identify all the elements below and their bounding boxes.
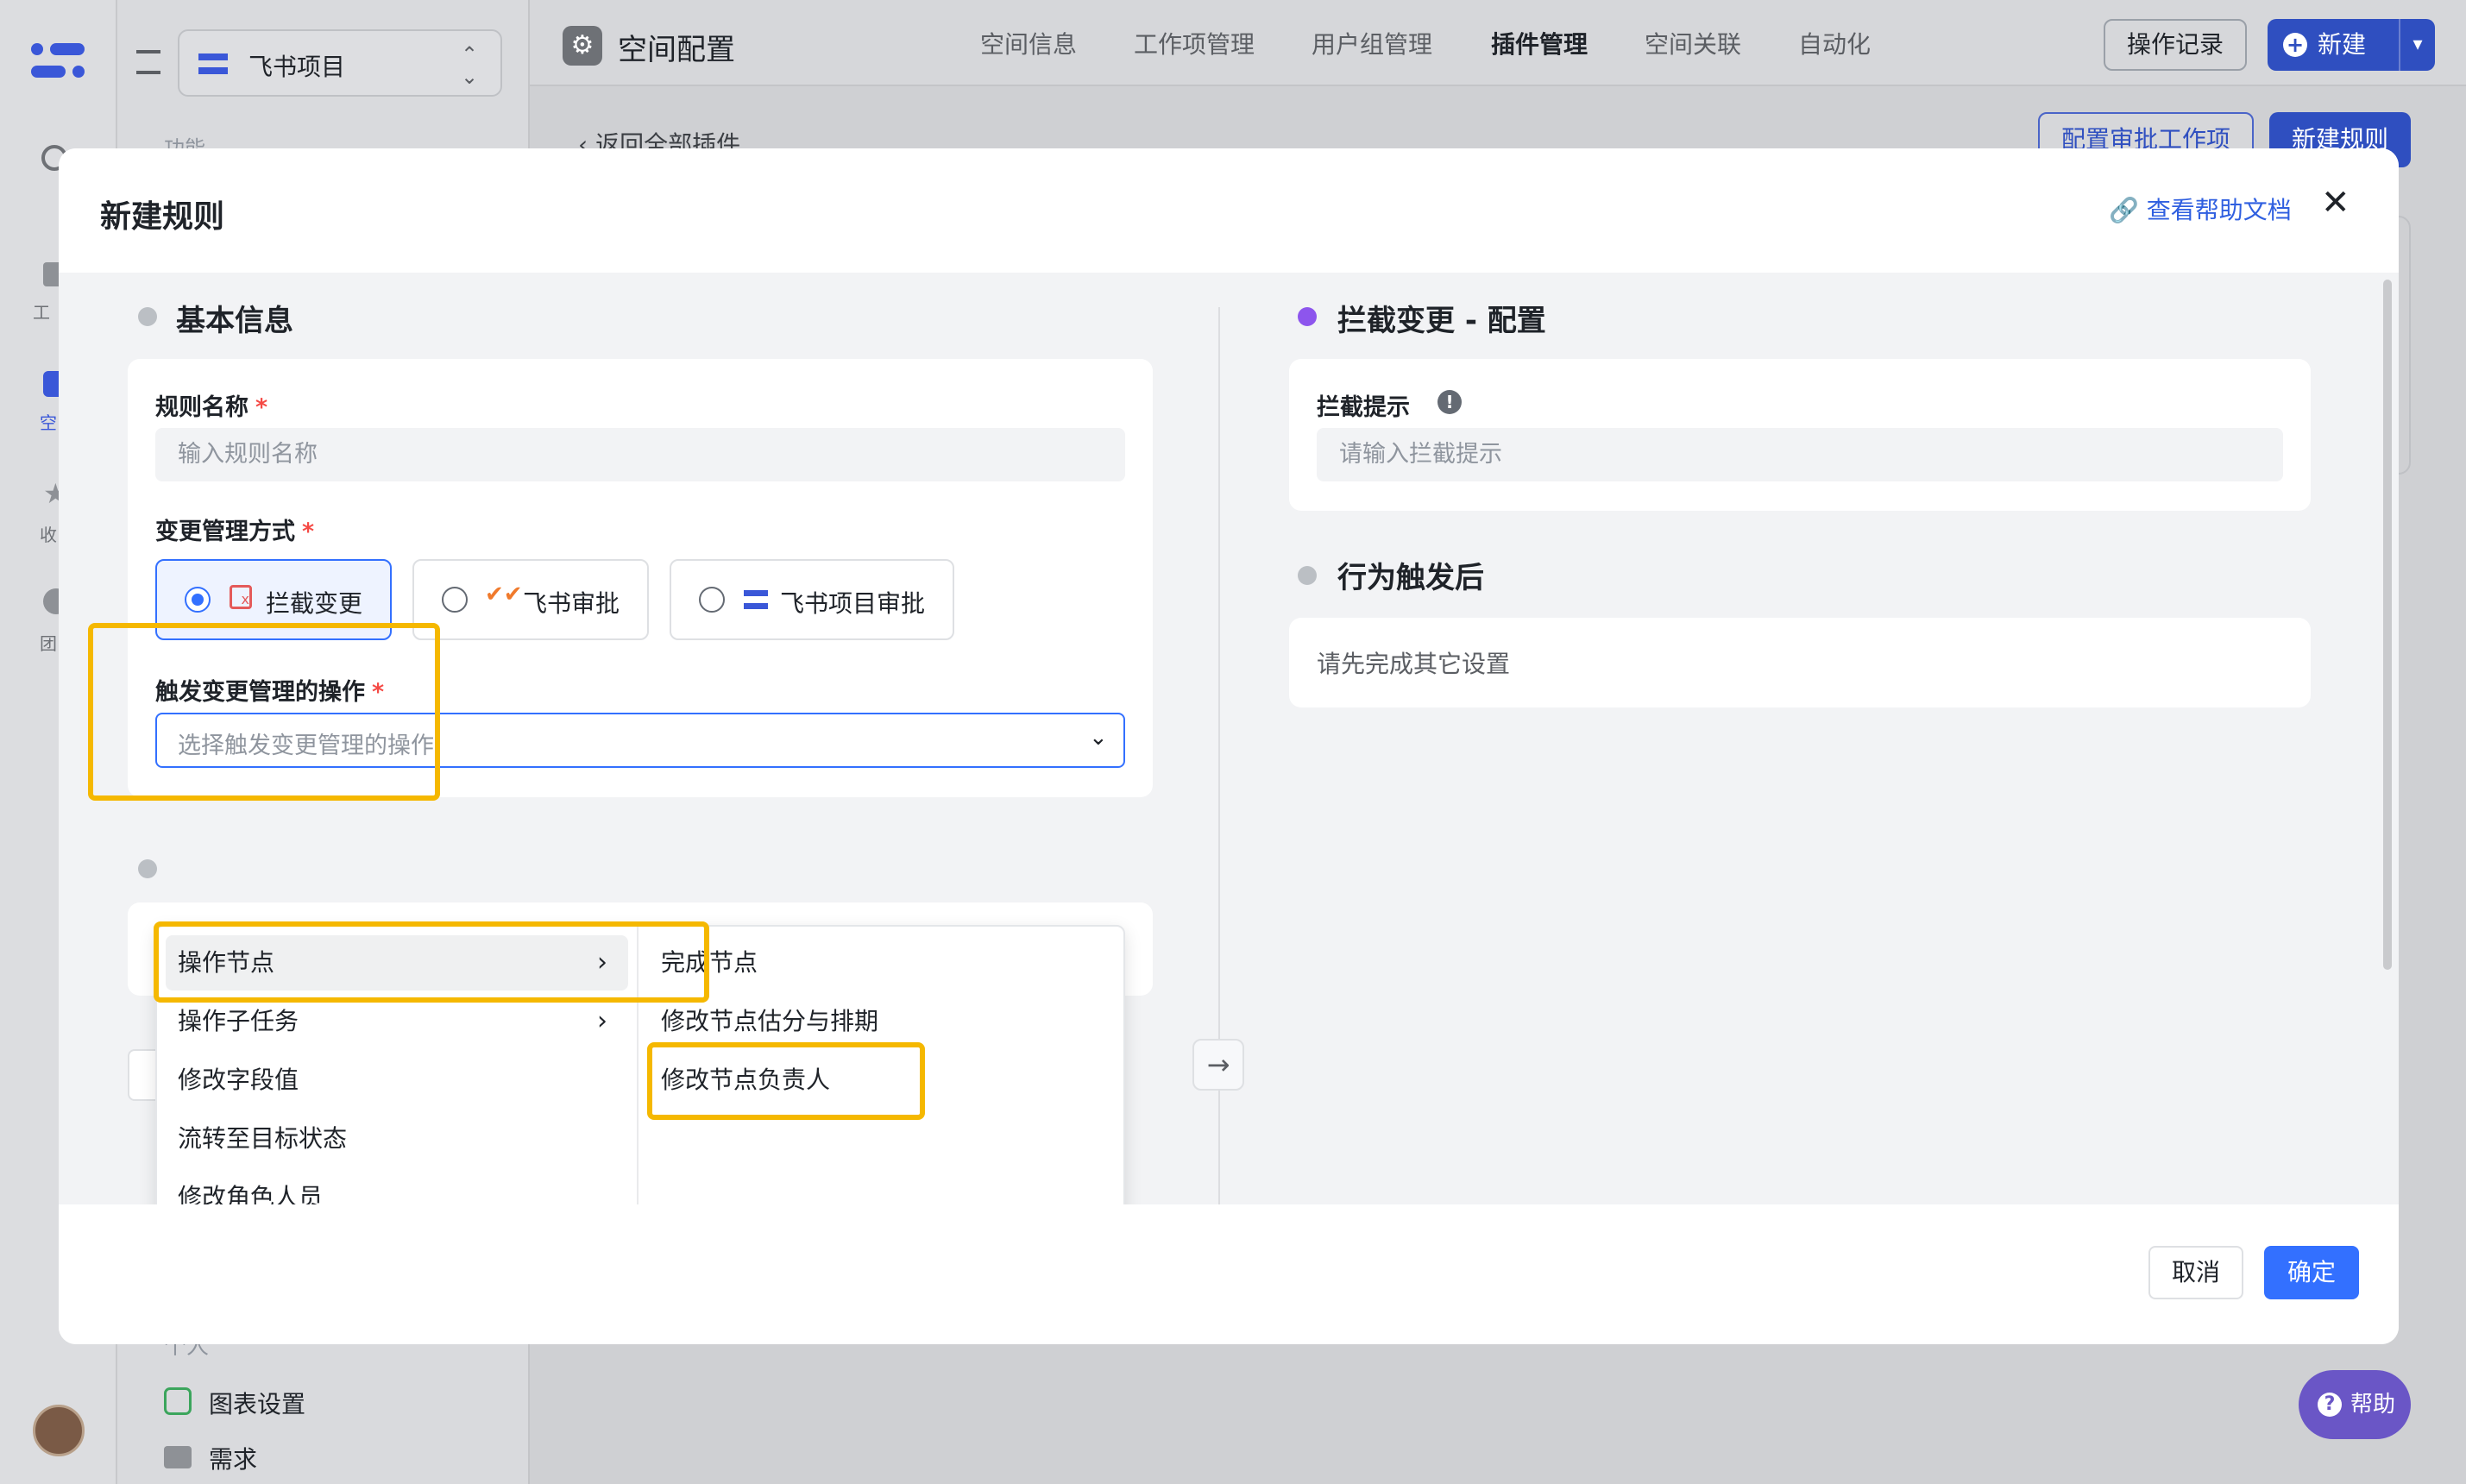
project-switcher[interactable]: 飞书项目 ⌃ ⌄ [178, 29, 502, 97]
rail-label-work: 工 [33, 302, 50, 323]
tab-space-link[interactable]: 空间关联 [1645, 26, 1741, 60]
basic-info-title: 基本信息 [176, 304, 293, 338]
menu-item-transition-state[interactable]: 流转至目标状态 [166, 1111, 628, 1166]
collapse-sidebar-icon[interactable] [136, 50, 160, 74]
tab-automation[interactable]: 自动化 [1798, 26, 1871, 60]
help-question-icon: ? [2318, 1393, 2342, 1417]
intercept-config-card: 拦截提示 ! 请输入拦截提示 [1289, 359, 2311, 511]
link-icon: 🔗 [2109, 196, 2139, 224]
rule-name-label: 规则名称 * [155, 394, 268, 421]
after-trigger-title: 行为触发后 [1337, 561, 1484, 595]
help-doc-label: 查看帮助文档 [2146, 196, 2292, 224]
menu-item-label: 修改字段值 [178, 1066, 299, 1094]
section-dot [138, 859, 157, 878]
intercept-label: 拦截变更 [266, 589, 363, 618]
modal-footer: 取消 确定 [59, 1204, 2399, 1344]
modal-header: 新建规则 🔗 查看帮助文档 ✕ [59, 148, 2399, 273]
sidebar-item-chart-settings[interactable]: 图表设置 [164, 1384, 475, 1418]
page-title: 空间配置 [618, 33, 735, 67]
option-feishu-project-approval[interactable]: 飞书项目审批 [670, 559, 954, 640]
intercept-radio[interactable] [185, 587, 211, 613]
highlight-change-mode [88, 623, 440, 801]
arrow-right-icon: → [1192, 1039, 1244, 1091]
tab-user-group[interactable]: 用户组管理 [1312, 26, 1432, 60]
after-trigger-card: 请先完成其它设置 [1289, 618, 2311, 707]
menu-item-modify-field[interactable]: 修改字段值 [166, 1053, 628, 1108]
info-icon[interactable]: ! [1437, 390, 1462, 414]
sidebar-item-requirement[interactable]: 需求 [164, 1439, 475, 1474]
plus-icon: + [2283, 33, 2307, 57]
after-trigger-placeholder: 请先完成其它设置 [1317, 650, 1511, 678]
help-label: 帮助 [2350, 1392, 2396, 1418]
cancel-button[interactable]: 取消 [2148, 1246, 2243, 1299]
tab-space-info[interactable]: 空间信息 [980, 26, 1077, 60]
user-avatar[interactable] [33, 1405, 85, 1456]
modal-title: 新建规则 [100, 199, 225, 235]
history-button[interactable]: 操作记录 [2104, 19, 2247, 71]
submenu-item-complete-node[interactable]: 完成节点 [649, 935, 1115, 990]
folder-icon [164, 1446, 192, 1468]
help-button[interactable]: ? 帮助 [2299, 1370, 2411, 1439]
feishu-project-label: 飞书项目审批 [780, 589, 926, 618]
sidebar-item-label: 需求 [209, 1445, 258, 1474]
submenu-item-modify-estimate[interactable]: 修改节点估分与排期 [649, 994, 1115, 1049]
settings-gear-icon: ⚙ [563, 26, 602, 66]
chevron-down-icon: ⌄ [1089, 725, 1108, 751]
intercept-prompt-input[interactable]: 请输入拦截提示 [1317, 428, 2283, 481]
option-feishu-approval[interactable]: ✔✔ 飞书审批 [412, 559, 649, 640]
chart-settings-icon [164, 1387, 192, 1415]
tab-plugin[interactable]: 插件管理 [1491, 26, 1588, 60]
feishu-approval-label: 飞书审批 [523, 589, 620, 618]
help-doc-link[interactable]: 🔗 查看帮助文档 [2109, 192, 2292, 226]
top-bar: ⚙ 空间配置 空间信息 工作项管理 用户组管理 插件管理 空间关联 自动化 操作… [530, 0, 2466, 86]
intercept-prompt-label: 拦截提示 [1317, 394, 1410, 421]
sidebar-item-label: 图表设置 [209, 1390, 306, 1418]
rail-label-space: 空 [40, 412, 57, 433]
create-button[interactable]: + 新建 ▾ [2268, 19, 2435, 71]
modal-body: 基本信息 规则名称 * 输入规则名称 变更管理方式 * x 拦截变更 ✔✔ 飞书审批… [59, 273, 2399, 1237]
modal-scrollbar[interactable] [2383, 280, 2392, 970]
new-rule-modal: 新建规则 🔗 查看帮助文档 ✕ 基本信息 规则名称 * 输入规则名称 变更管理方式… [59, 148, 2399, 1344]
project-icon [198, 53, 228, 74]
confirm-button[interactable]: 确定 [2264, 1246, 2359, 1299]
close-icon[interactable]: ✕ [2321, 183, 2350, 223]
intercept-config-title: 拦截变更 - 配置 [1337, 304, 1546, 338]
feishu-project-icon [744, 590, 768, 609]
feishu-approval-icon: ✔✔ [485, 582, 523, 607]
rail-label-team: 团 [40, 633, 57, 654]
highlight-modify-owner [647, 1042, 925, 1120]
tab-work-item[interactable]: 工作项管理 [1134, 26, 1255, 60]
after-trigger-dot [1298, 566, 1317, 585]
menu-item-label: 流转至目标状态 [178, 1124, 348, 1153]
highlight-operate-node [154, 921, 709, 1003]
intercept-icon: x [230, 585, 252, 609]
project-name: 飞书项目 [248, 53, 346, 81]
app-logo-icon[interactable] [31, 40, 85, 83]
basic-info-dot [138, 307, 157, 326]
feishu-project-radio[interactable] [699, 587, 725, 613]
create-dropdown-icon[interactable]: ▾ [2399, 19, 2435, 71]
intercept-config-dot [1298, 307, 1317, 326]
switch-chevron-icon: ⌃ ⌄ [461, 42, 479, 90]
rule-name-input[interactable]: 输入规则名称 [155, 428, 1125, 481]
change-mode-label: 变更管理方式 * [155, 519, 315, 545]
feishu-approval-radio[interactable] [442, 587, 468, 613]
rail-label-fav: 收 [40, 525, 57, 545]
create-label: 新建 [2318, 30, 2367, 59]
